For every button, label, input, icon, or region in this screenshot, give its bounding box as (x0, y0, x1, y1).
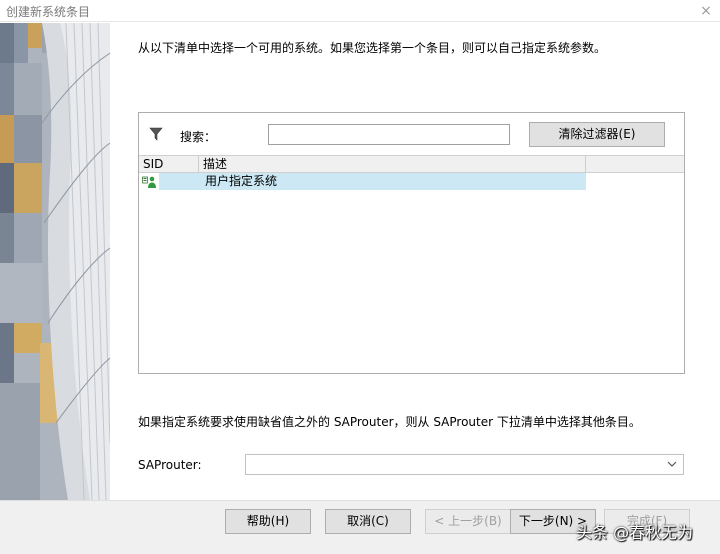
system-table: SID 描述 用户指定系统 (139, 155, 684, 373)
saprouter-label: SAProuter: (138, 458, 202, 472)
clear-filter-button[interactable]: 清除过滤器(E) (529, 122, 665, 147)
saprouter-note: 如果指定系统要求使用缺省值之外的 SAProuter，则从 SAProuter … (138, 415, 641, 429)
sid-cell (139, 173, 157, 190)
intro-text: 从以下清单中选择一个可用的系统。如果您选择第一个条目，则可以自己指定系统参数。 (138, 41, 607, 55)
create-system-entry-dialog: 创建新系统条目 × 从以下清单中选择一个可用的系统。如果您选择第一个条目，则可以… (0, 0, 720, 554)
cancel-button[interactable]: 取消(C) (325, 509, 411, 534)
table-row[interactable]: 用户指定系统 (139, 173, 586, 190)
back-button[interactable]: < 上一步(B) (425, 509, 511, 534)
column-header-sid[interactable]: SID (139, 156, 199, 172)
column-header-description[interactable]: 描述 (199, 156, 586, 172)
filter-bar: 搜索： 清除过滤器(E) (139, 113, 684, 155)
funnel-icon (149, 127, 163, 141)
title-bar: 创建新系统条目 × (0, 0, 720, 22)
side-banner-image (0, 23, 110, 500)
watermark-text: 头条 @春秋无为 (576, 523, 694, 542)
saprouter-dropdown[interactable] (245, 454, 684, 475)
system-list-panel: 搜索： 清除过滤器(E) SID 描述 用户指定系统 (138, 112, 685, 374)
window-title: 创建新系统条目 (6, 5, 91, 19)
search-label: 搜索： (180, 130, 217, 144)
user-system-icon (142, 175, 156, 188)
column-header-filler (586, 156, 684, 172)
description-cell: 用户指定系统 (159, 173, 586, 190)
close-icon[interactable]: × (692, 0, 720, 22)
help-button[interactable]: 帮助(H) (225, 509, 311, 534)
search-input[interactable] (268, 124, 510, 145)
table-header: SID 描述 (139, 155, 684, 173)
chevron-down-icon[interactable] (667, 458, 677, 470)
